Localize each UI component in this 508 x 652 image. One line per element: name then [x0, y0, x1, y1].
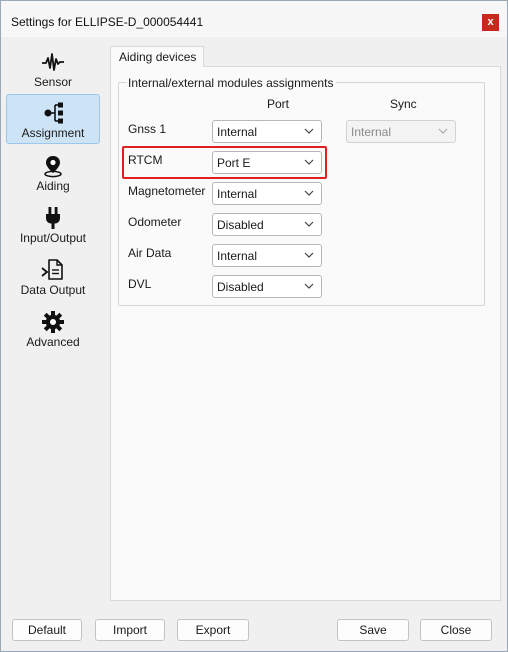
chevron-down-icon — [438, 128, 448, 134]
document-export-icon — [41, 259, 63, 280]
gnss1-port-value: Internal — [217, 125, 258, 139]
window-title: Settings for ELLIPSE-D_000054441 — [11, 15, 204, 29]
rtcm-port-value: Port E — [217, 156, 251, 170]
sidebar-item-label: Aiding — [36, 179, 70, 193]
plug-icon — [46, 207, 60, 229]
odometer-label: Odometer — [128, 215, 182, 229]
chevron-down-icon — [304, 128, 314, 134]
sidebar-item-label: Sensor — [33, 75, 73, 89]
gnss1-port-select[interactable]: Internal — [212, 120, 322, 143]
chevron-down-icon — [304, 252, 314, 258]
sidebar-item-assignment[interactable]: Assignment — [6, 94, 100, 144]
dvl-port-value: Disabled — [217, 280, 264, 294]
title-bar: Settings for ELLIPSE-D_000054441 x — [1, 1, 507, 37]
magnetometer-port-value: Internal — [217, 187, 258, 201]
groupbox-title: Internal/external modules assignments — [127, 76, 337, 90]
gnss1-sync-select: Internal — [346, 120, 456, 143]
close-window-button[interactable]: x — [482, 14, 499, 31]
sidebar: Sensor Assignment Aiding Input/Output Da… — [4, 41, 100, 601]
gnss1-sync-value: Internal — [351, 125, 392, 139]
chevron-down-icon — [304, 283, 314, 289]
gear-icon — [42, 311, 64, 333]
close-button[interactable]: Close — [420, 619, 492, 641]
sidebar-item-label: Data Output — [20, 283, 86, 297]
sidebar-item-input-output[interactable]: Input/Output — [6, 199, 100, 249]
sidebar-item-data-output[interactable]: Data Output — [6, 251, 100, 301]
sidebar-item-aiding[interactable]: Aiding — [6, 147, 100, 197]
chevron-down-icon — [304, 221, 314, 227]
air-data-port-value: Internal — [217, 249, 258, 263]
odometer-port-select[interactable]: Disabled — [212, 213, 322, 236]
dvl-port-select[interactable]: Disabled — [212, 275, 322, 298]
sidebar-item-label: Input/Output — [19, 231, 87, 245]
sync-column-header: Sync — [390, 97, 417, 111]
dvl-label: DVL — [128, 277, 152, 291]
hierarchy-icon — [44, 102, 63, 124]
magnetometer-label: Magnetometer — [128, 184, 206, 198]
sidebar-item-advanced[interactable]: Advanced — [6, 303, 100, 353]
sidebar-item-label: Advanced — [26, 335, 80, 349]
chevron-down-icon — [304, 159, 314, 165]
port-column-header: Port — [267, 97, 290, 111]
sidebar-item-sensor[interactable]: Sensor — [6, 43, 100, 93]
tab-aiding-devices[interactable]: Aiding devices — [110, 46, 204, 67]
chevron-down-icon — [304, 190, 314, 196]
odometer-port-value: Disabled — [217, 218, 264, 232]
default-button[interactable]: Default — [12, 619, 82, 641]
export-button[interactable]: Export — [177, 619, 249, 641]
air-data-port-select[interactable]: Internal — [212, 244, 322, 267]
settings-window: Settings for ELLIPSE-D_000054441 x Senso… — [0, 0, 508, 652]
air-data-label: Air Data — [128, 246, 172, 260]
magnetometer-port-select[interactable]: Internal — [212, 182, 322, 205]
rtcm-port-select[interactable]: Port E — [212, 151, 322, 174]
location-pin-icon — [44, 156, 62, 178]
sidebar-item-label: Assignment — [21, 126, 85, 140]
gnss1-label: Gnss 1 — [128, 122, 167, 136]
save-button[interactable]: Save — [337, 619, 409, 641]
waveform-icon — [42, 53, 64, 71]
import-button[interactable]: Import — [95, 619, 165, 641]
rtcm-label: RTCM — [128, 153, 163, 167]
